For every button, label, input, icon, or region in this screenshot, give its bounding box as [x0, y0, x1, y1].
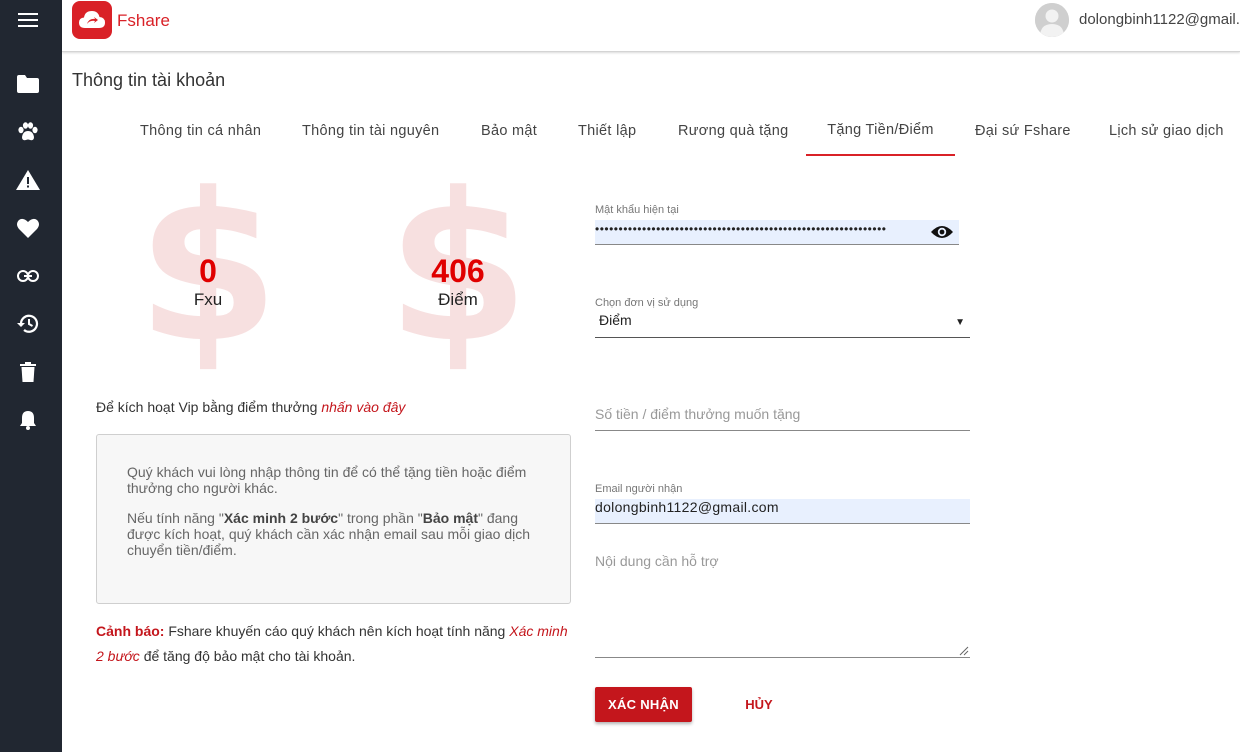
link-icon[interactable] [16, 264, 40, 288]
vip-activation-text: Để kích hoạt Vip bằng điểm thưởng nhấn v… [96, 399, 405, 415]
eye-icon[interactable] [930, 223, 954, 241]
content-placeholder: Nội dung cần hỗ trợ [595, 553, 719, 569]
points-stat: $ 406 Điểm [383, 167, 533, 377]
tab-gift-chest[interactable]: Rương quà tặng [678, 108, 789, 156]
tab-personal-info[interactable]: Thông tin cá nhân [140, 108, 261, 156]
vip-activate-link[interactable]: nhấn vào đây [321, 399, 405, 415]
recipient-email-input[interactable]: dolongbinh1122@gmail.com [595, 499, 970, 524]
trash-icon[interactable] [16, 360, 40, 384]
sidebar [0, 0, 62, 752]
avatar[interactable] [1035, 3, 1069, 37]
tab-transaction-history[interactable]: Lịch sử giao dịch [1109, 108, 1224, 156]
fxu-value: 0 [199, 253, 217, 289]
unit-select[interactable]: Điểm ▼ [595, 309, 970, 338]
top-bar: Fshare dolongbinh1122@gmail.com [62, 0, 1240, 52]
user-email[interactable]: dolongbinh1122@gmail.com [1079, 11, 1240, 28]
info-box: Quý khách vui lòng nhập thông tin để có … [96, 434, 571, 604]
tab-bar: Thông tin cá nhân Thông tin tài nguyên B… [120, 108, 1240, 156]
tab-settings[interactable]: Thiết lập [578, 108, 636, 156]
password-label: Mật khẩu hiện tại [595, 204, 679, 216]
fxu-label: Fxu [193, 290, 223, 309]
cancel-button[interactable]: HỦY [728, 687, 790, 722]
bell-icon[interactable] [16, 408, 40, 432]
email-value: dolongbinh1122@gmail.com [595, 499, 779, 515]
warning-label: Cảnh báo: [96, 623, 165, 639]
folder-icon[interactable] [16, 72, 40, 96]
points-value: 406 [431, 253, 485, 289]
tab-ambassador[interactable]: Đại sứ Fshare [975, 108, 1071, 156]
menu-icon[interactable] [16, 8, 40, 32]
tab-resource-info[interactable]: Thông tin tài nguyên [302, 108, 439, 156]
tab-gift-money-points[interactable]: Tặng Tiền/Điểm [806, 108, 955, 156]
points-label: Điểm [438, 290, 478, 309]
chevron-down-icon: ▼ [955, 317, 965, 328]
unit-label: Chọn đơn vị sử dụng [595, 297, 699, 309]
resize-handle-icon[interactable] [959, 646, 969, 656]
password-value: ••••••••••••••••••••••••••••••••••••••••… [595, 222, 887, 236]
fxu-stat: $ 0 Fxu [133, 167, 283, 377]
fshare-logo-icon[interactable] [72, 1, 112, 39]
content-textarea[interactable]: Nội dung cần hỗ trợ [595, 547, 970, 658]
security-warning: Cảnh báo: Fshare khuyến cáo quý khách nê… [96, 623, 568, 664]
unit-value: Điểm [599, 312, 632, 328]
warning-icon[interactable] [16, 168, 40, 192]
paw-icon[interactable] [16, 120, 40, 144]
history-icon[interactable] [16, 312, 40, 336]
page-title: Thông tin tài khoản [72, 70, 226, 90]
heart-icon[interactable] [16, 216, 40, 240]
amount-input[interactable]: Số tiền / điểm thưởng muốn tặng [595, 398, 970, 431]
tab-security[interactable]: Bảo mật [481, 108, 537, 156]
info-paragraph-2: Nếu tính năng "Xác minh 2 bước" trong ph… [127, 510, 530, 558]
email-label: Email người nhận [595, 483, 683, 495]
info-paragraph-1: Quý khách vui lòng nhập thông tin để có … [127, 464, 527, 496]
password-field[interactable]: ••••••••••••••••••••••••••••••••••••••••… [595, 220, 959, 245]
vip-text: Để kích hoạt Vip bằng điểm thưởng [96, 399, 322, 415]
logo-text[interactable]: Fshare [117, 11, 170, 31]
confirm-button[interactable]: XÁC NHẬN [595, 687, 692, 722]
